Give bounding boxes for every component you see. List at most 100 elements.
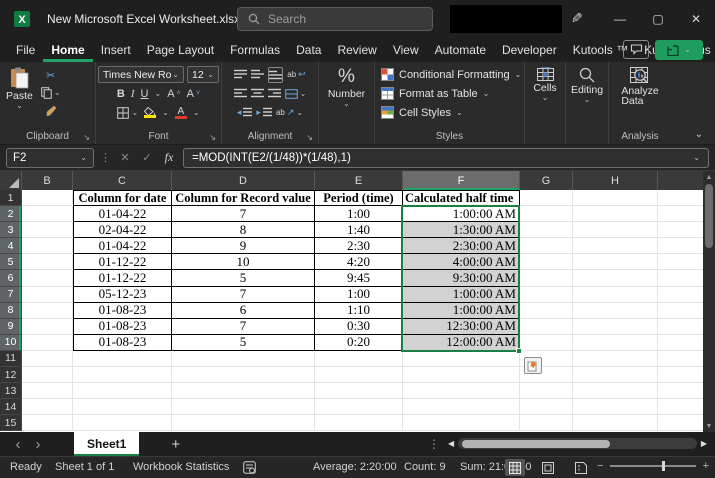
sheet-options-dots-icon[interactable]: ⋮ (428, 437, 440, 451)
cell-c8[interactable]: 01-08-23 (73, 303, 172, 319)
cell-f7[interactable]: 1:00:00 AM (403, 287, 520, 303)
sheet-tab-sheet1[interactable]: Sheet1 (74, 432, 139, 456)
cell[interactable] (22, 351, 73, 367)
comments-button[interactable] (623, 40, 649, 59)
borders-button[interactable]: ⌄ (117, 105, 138, 121)
cell-c4[interactable]: 01-04-22 (73, 238, 172, 254)
zoom-in-button[interactable]: + (703, 460, 709, 472)
horizontal-scrollbar-thumb[interactable] (462, 440, 610, 448)
cell[interactable] (573, 399, 658, 415)
cell-c2[interactable]: 01-04-22 (73, 206, 172, 222)
align-bottom-button[interactable] (268, 67, 283, 83)
cell-d9[interactable]: 7 (172, 319, 315, 335)
row-header-13[interactable]: 13 (0, 383, 22, 399)
grow-font-button[interactable]: A˄ (167, 86, 180, 102)
font-color-chevron-icon[interactable]: ⌄ (193, 110, 200, 116)
cell-h9[interactable] (573, 319, 658, 335)
tab-formulas[interactable]: Formulas (222, 38, 288, 62)
cell[interactable] (22, 367, 73, 383)
share-button[interactable]: ⌄ (655, 40, 703, 60)
cell[interactable] (73, 367, 172, 383)
select-all-button[interactable] (0, 171, 22, 190)
tab-file[interactable]: File (8, 38, 43, 62)
cell[interactable] (73, 383, 172, 399)
column-header-e[interactable]: E (315, 171, 403, 190)
draw-pen-icon[interactable]: ✎ (571, 10, 583, 27)
cell-styles-button[interactable]: Cell Styles ⌄ (381, 103, 463, 122)
cell[interactable] (573, 383, 658, 399)
scroll-left-icon[interactable]: ◀ (448, 439, 454, 448)
cell-f9[interactable]: 12:30:00 AM (403, 319, 520, 335)
cell-h5[interactable] (573, 254, 658, 270)
cell-g2[interactable] (520, 206, 573, 222)
cell[interactable] (315, 367, 403, 383)
cell[interactable] (315, 415, 403, 431)
row-header-15[interactable]: 15 (0, 415, 22, 431)
cell[interactable] (22, 399, 73, 415)
cancel-entry-button[interactable]: ✕ (117, 151, 133, 164)
cell-g3[interactable] (520, 222, 573, 238)
page-layout-view-button[interactable] (538, 459, 558, 476)
workbook-statistics-button[interactable]: Workbook Statistics (133, 461, 229, 473)
tab-home[interactable]: Home (43, 38, 92, 62)
cell-d10[interactable]: 5 (172, 335, 315, 351)
cell-b7[interactable] (22, 287, 73, 303)
insert-function-button[interactable]: fx (161, 150, 177, 165)
cell[interactable] (403, 415, 520, 431)
document-title[interactable]: New Microsoft Excel Worksheet.xlsx (47, 12, 240, 26)
cell-e4[interactable]: 2:30 (315, 238, 403, 254)
tab-review[interactable]: Review (329, 38, 384, 62)
scroll-up-icon[interactable]: ▲ (706, 173, 713, 181)
macro-record-icon[interactable] (243, 461, 256, 474)
cell[interactable] (520, 415, 573, 431)
cell-c9[interactable]: 01-08-23 (73, 319, 172, 335)
align-right-button[interactable] (268, 86, 281, 102)
fill-color-button[interactable] (144, 105, 156, 121)
row-header-5[interactable]: 5 (0, 254, 22, 270)
cell-b2[interactable] (22, 206, 73, 222)
row-header-11[interactable]: 11 (0, 351, 22, 367)
maximize-button[interactable]: ▢ (639, 0, 677, 38)
cell-h4[interactable] (573, 238, 658, 254)
analyze-data-button[interactable]: AnalyzeData (617, 65, 662, 108)
fill-handle[interactable] (516, 348, 522, 354)
cell-d5[interactable]: 10 (172, 254, 315, 270)
cell-b10[interactable] (22, 335, 73, 351)
cell-e6[interactable]: 9:45 (315, 270, 403, 286)
increase-indent-button[interactable]: ▸ (256, 105, 272, 121)
font-size-dropdown[interactable]: 12⌄ (187, 66, 219, 83)
underline-chevron-icon[interactable]: ⌄ (155, 91, 162, 97)
underline-button[interactable]: U (141, 86, 149, 102)
column-header-g[interactable]: G (520, 171, 573, 190)
cell-h2[interactable] (573, 206, 658, 222)
row-header-10[interactable]: 10 (0, 335, 22, 351)
cell-e8[interactable]: 1:10 (315, 303, 403, 319)
status-count[interactable]: Count: 9 (404, 461, 446, 473)
column-header-h[interactable]: H (573, 171, 658, 190)
row-header-9[interactable]: 9 (0, 319, 22, 335)
cell-c6[interactable]: 01-12-22 (73, 270, 172, 286)
cell[interactable] (172, 367, 315, 383)
cell-b1[interactable] (22, 190, 73, 206)
paste-button[interactable]: Paste ⌄ (2, 65, 37, 111)
cell-b6[interactable] (22, 270, 73, 286)
zoom-out-button[interactable]: − (597, 460, 603, 472)
cells-button[interactable]: Cells ⌄ (529, 65, 560, 103)
horizontal-scrollbar[interactable]: ◀ ▶ (448, 437, 707, 450)
row-header-6[interactable]: 6 (0, 270, 22, 286)
wrap-text-button[interactable]: ab↩ (287, 67, 305, 83)
row-header-3[interactable]: 3 (0, 222, 22, 238)
cell-h8[interactable] (573, 303, 658, 319)
align-middle-button[interactable] (251, 67, 264, 83)
number-format-button[interactable]: % Number ⌄ (324, 65, 369, 109)
font-name-dropdown[interactable]: Times New Ro⌄ (98, 66, 184, 83)
format-painter-button[interactable] (41, 103, 61, 119)
cell[interactable] (22, 383, 73, 399)
cell[interactable] (573, 367, 658, 383)
cell-g5[interactable] (520, 254, 573, 270)
cell[interactable] (315, 399, 403, 415)
cell[interactable] (573, 415, 658, 431)
zoom-slider[interactable] (610, 465, 695, 467)
cell-c5[interactable]: 01-12-22 (73, 254, 172, 270)
cell[interactable] (73, 399, 172, 415)
